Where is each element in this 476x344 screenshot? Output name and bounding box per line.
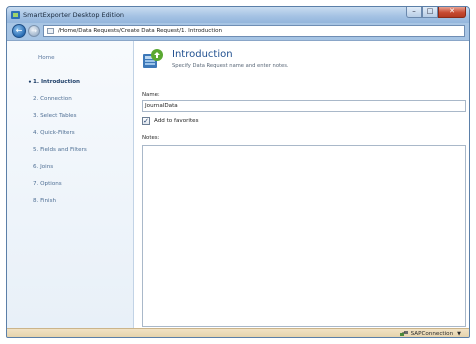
connection-name: SAPConnection	[410, 330, 454, 337]
app-icon	[11, 11, 20, 19]
sidebar-item-label: 1. Introduction	[33, 79, 81, 85]
active-step-bullet: •	[28, 79, 32, 86]
navigation-bar: ← → /Home/Data Requests/Create Data Requ…	[7, 23, 469, 39]
minimize-button[interactable]: –	[406, 7, 422, 18]
name-label: Name:	[142, 92, 160, 98]
sidebar-item-connection[interactable]: 2. Connection	[7, 94, 134, 105]
maximize-button[interactable]: □	[422, 7, 438, 18]
address-text: /Home/Data Requests/Create Data Request/…	[58, 28, 223, 34]
notes-textarea[interactable]	[142, 145, 466, 327]
sidebar-item-introduction[interactable]: • 1. Introduction	[7, 77, 134, 88]
main-panel: Introduction Specify Data Request name a…	[135, 41, 469, 328]
sidebar-item-finish[interactable]: 8. Finish	[7, 196, 134, 207]
sidebar-item-quick-filters[interactable]: 4. Quick-Filters	[7, 128, 134, 139]
sidebar-item-fields-and-filters[interactable]: 5. Fields and Filters	[7, 145, 134, 156]
window-controls: – □ ✕	[406, 7, 466, 19]
app-window: SmartExporter Desktop Edition – □ ✕ ← → …	[6, 6, 470, 338]
content-area: Home • 1. Introduction 2. Connection 3. …	[7, 40, 469, 328]
connection-selector[interactable]: SAPConnection ▼	[399, 330, 461, 337]
page-subtitle: Specify Data Request name and enter note…	[172, 63, 289, 69]
page-icon	[47, 28, 54, 34]
favorites-label: Add to favorites	[154, 118, 199, 124]
connection-icon	[399, 331, 408, 336]
notes-label: Notes:	[142, 135, 160, 141]
sidebar-item-joins[interactable]: 6. Joins	[7, 162, 134, 173]
forward-button[interactable]: →	[28, 25, 40, 37]
status-bar: SAPConnection ▼	[7, 328, 469, 337]
favorites-option[interactable]: ✓ Add to favorites	[142, 116, 199, 126]
back-button[interactable]: ←	[12, 24, 26, 38]
page-title: Introduction	[172, 49, 233, 60]
sidebar-item-select-tables[interactable]: 3. Select Tables	[7, 111, 134, 122]
data-request-icon	[143, 49, 163, 68]
arrow-right-icon: →	[31, 27, 37, 35]
window-title: SmartExporter Desktop Edition	[23, 11, 125, 19]
close-button[interactable]: ✕	[438, 7, 466, 18]
address-bar[interactable]: /Home/Data Requests/Create Data Request/…	[43, 25, 465, 37]
arrow-left-icon: ←	[15, 26, 23, 35]
sidebar-item-home[interactable]: Home	[7, 53, 134, 64]
chevron-down-icon: ▼	[457, 330, 461, 337]
wizard-sidebar: Home • 1. Introduction 2. Connection 3. …	[7, 41, 134, 328]
sidebar-item-options[interactable]: 7. Options	[7, 179, 134, 190]
name-input[interactable]: JournalData	[142, 100, 466, 112]
title-bar[interactable]: SmartExporter Desktop Edition – □ ✕	[7, 7, 469, 23]
favorites-checkbox[interactable]: ✓	[142, 117, 150, 125]
